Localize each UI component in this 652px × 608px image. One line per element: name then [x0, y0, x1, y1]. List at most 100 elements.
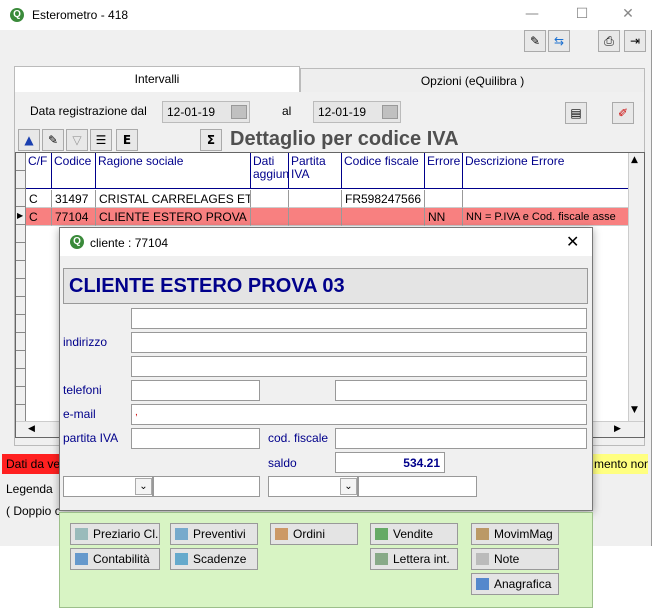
- combo-2-text[interactable]: [358, 476, 477, 497]
- movimmag-button[interactable]: MovimMag: [471, 523, 559, 545]
- cell-errore: NN: [425, 208, 463, 226]
- dialog-title: cliente : 77104: [90, 236, 169, 250]
- maximize-icon[interactable]: ☐: [562, 0, 602, 28]
- col-partita-iva[interactable]: Partita IVA: [289, 153, 342, 189]
- email-field[interactable]: ,: [131, 404, 587, 425]
- status-left-text: Dati da ve: [6, 457, 61, 471]
- scroll-down-icon[interactable]: ▼: [631, 405, 638, 415]
- button-label: Note: [494, 552, 520, 566]
- date-to-value: 12-01-19: [318, 105, 367, 119]
- col-cf[interactable]: C/F: [26, 153, 52, 189]
- phone-field-1[interactable]: [131, 380, 260, 401]
- phone-field-2[interactable]: [335, 380, 587, 401]
- vendite-button[interactable]: Vendite: [370, 523, 458, 545]
- combo-2[interactable]: ⌄: [268, 476, 358, 497]
- client-name: CLIENTE ESTERO PROVA 03: [69, 275, 345, 297]
- vertical-scrollbar[interactable]: ▲ ▼: [628, 153, 644, 421]
- scroll-right-icon[interactable]: ▶: [614, 424, 621, 434]
- legend-text: Legenda: [6, 482, 53, 496]
- col-codice-fiscale[interactable]: Codice fiscale: [342, 153, 425, 189]
- accounting-icon: [75, 553, 88, 565]
- price-list-icon: [75, 528, 88, 540]
- lettera-int-button[interactable]: Lettera int.: [370, 548, 458, 570]
- tab-opzioni[interactable]: Opzioni (eQuilibra ): [300, 68, 645, 94]
- filter-icon[interactable]: ▽: [66, 129, 88, 151]
- app-logo-icon: Q: [10, 8, 24, 22]
- close-icon[interactable]: ✕: [608, 0, 648, 28]
- note-button[interactable]: Note: [471, 548, 559, 570]
- date-to-field[interactable]: 12-01-19: [313, 101, 401, 123]
- cod-fiscale-label: cod. fiscale: [268, 431, 329, 445]
- partita-iva-field[interactable]: [131, 428, 260, 449]
- quote-icon: [175, 528, 188, 540]
- date-to-label: al: [282, 104, 292, 118]
- cell-cf: C: [26, 208, 52, 226]
- cell-cf: C: [26, 190, 52, 208]
- ordini-button[interactable]: Ordini: [270, 523, 358, 545]
- contabilita-button[interactable]: Contabilità: [70, 548, 160, 570]
- exit-icon[interactable]: ⇥: [624, 30, 646, 52]
- scroll-left-icon[interactable]: ◀: [28, 424, 35, 434]
- refresh-icon[interactable]: ⇆: [548, 30, 570, 52]
- wand-icon[interactable]: ✎: [524, 30, 546, 52]
- document-icon[interactable]: ▤: [565, 102, 587, 124]
- minimize-icon[interactable]: —: [512, 0, 552, 28]
- preziario-button[interactable]: Preziario Cl.: [70, 523, 160, 545]
- date-from-value: 12-01-19: [167, 105, 216, 119]
- chevron-down-icon[interactable]: ⌄: [135, 478, 152, 495]
- client-dialog: Q cliente : 77104 ✕ CLIENTE ESTERO PROVA…: [59, 227, 593, 511]
- cell-piva: [289, 208, 342, 226]
- calendar-icon[interactable]: [231, 105, 247, 119]
- export-icon[interactable]: E: [116, 129, 138, 151]
- email-label: e-mail: [63, 407, 96, 421]
- combo-1[interactable]: ⌄: [63, 476, 153, 497]
- button-label: Contabilità: [93, 552, 150, 566]
- print-icon[interactable]: ⎙: [598, 30, 620, 52]
- col-dati-aggiun[interactable]: Dati aggiun: [251, 153, 289, 189]
- cell-codice: 31497: [52, 190, 96, 208]
- registry-icon: [476, 578, 489, 590]
- calendar-icon[interactable]: [382, 105, 398, 119]
- row-selector-column: [16, 153, 26, 423]
- address-field-2[interactable]: [131, 332, 587, 353]
- button-label: MovimMag: [494, 527, 553, 541]
- date-from-field[interactable]: 12-01-19: [162, 101, 250, 123]
- button-label: Preziario Cl.: [93, 527, 159, 541]
- scroll-up-icon[interactable]: ▲: [631, 155, 638, 165]
- anagrafica-button[interactable]: Anagrafica: [471, 573, 559, 595]
- note-icon: [476, 553, 489, 565]
- address-field-3[interactable]: [131, 356, 587, 377]
- preventivi-button[interactable]: Preventivi: [170, 523, 258, 545]
- cell-codice: 77104: [52, 208, 96, 226]
- cell-errore: [425, 190, 463, 208]
- client-name-header: CLIENTE ESTERO PROVA 03: [63, 268, 588, 304]
- combo-1-text[interactable]: [153, 476, 260, 497]
- cell-dati: [251, 190, 289, 208]
- cell-cfisc: FR598247566: [342, 190, 425, 208]
- action-panel: Preziario Cl. Preventivi Ordini Vendite …: [59, 512, 593, 608]
- col-codice[interactable]: Codice: [52, 153, 96, 189]
- col-descrizione-errore[interactable]: Descrizione Errore: [463, 153, 629, 189]
- sort-up-icon[interactable]: ▲: [18, 129, 40, 151]
- close-icon[interactable]: ✕: [566, 232, 579, 251]
- col-errore[interactable]: Errore: [425, 153, 463, 189]
- columns-icon[interactable]: ☰: [90, 129, 112, 151]
- table-row-selected[interactable]: C 77104 CLIENTE ESTERO PROVA 0 NN NN = P…: [26, 208, 629, 226]
- sales-icon: [375, 528, 388, 540]
- table-row[interactable]: C 31497 CRISTAL CARRELAGES ET FR59824756…: [26, 190, 629, 208]
- col-ragione-sociale[interactable]: Ragione sociale: [96, 153, 251, 189]
- scadenze-button[interactable]: Scadenze: [170, 548, 258, 570]
- button-label: Vendite: [393, 527, 434, 541]
- cod-fiscale-field[interactable]: [335, 428, 587, 449]
- address-field-1[interactable]: [131, 308, 587, 329]
- button-label: Scadenze: [193, 552, 247, 566]
- chevron-down-icon[interactable]: ⌄: [340, 478, 357, 495]
- current-row-icon: ▶: [17, 211, 24, 220]
- tab-intervalli[interactable]: Intervalli: [14, 66, 300, 92]
- date-label: Data registrazione dal: [30, 104, 147, 118]
- sum-icon[interactable]: Σ: [200, 129, 222, 151]
- edit-clear-icon[interactable]: ✐: [612, 102, 634, 124]
- edit-list-icon[interactable]: ✎: [42, 129, 64, 151]
- letter-icon: [375, 553, 388, 565]
- cell-dati: [251, 208, 289, 226]
